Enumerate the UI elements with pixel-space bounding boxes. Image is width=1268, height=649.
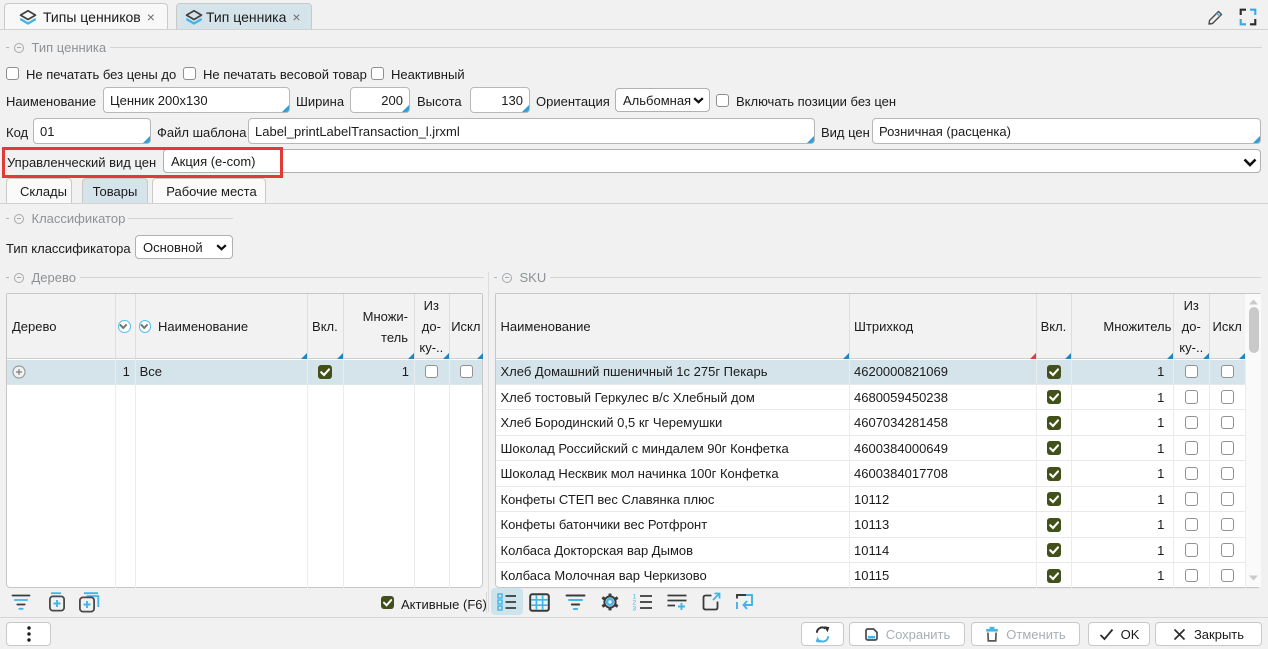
svg-text:3: 3 [633,606,637,612]
